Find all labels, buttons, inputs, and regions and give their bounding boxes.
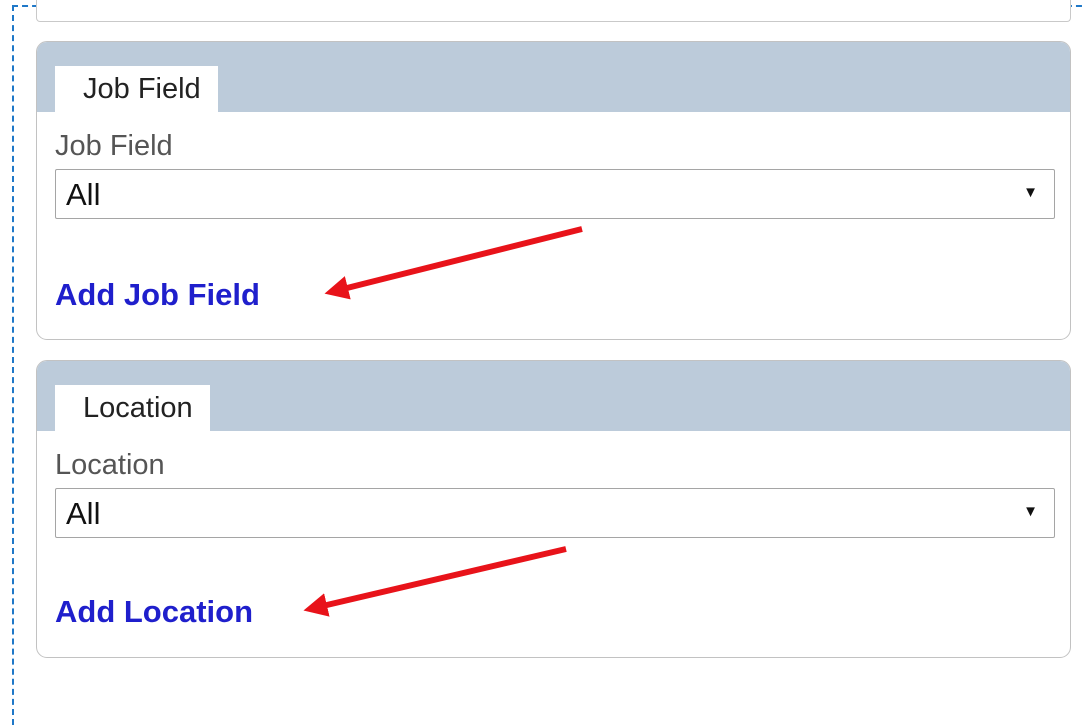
location-panel-header: Location xyxy=(37,361,1070,431)
job-field-label: Job Field xyxy=(55,130,173,162)
job-field-panel-header: Job Field xyxy=(37,42,1070,112)
location-panel: Location Location All ▼ Add Location xyxy=(36,360,1071,658)
chevron-down-icon: ▼ xyxy=(1023,184,1038,201)
add-location-link[interactable]: Add Location xyxy=(55,594,253,630)
job-field-select[interactable]: All ▼ xyxy=(55,169,1055,219)
job-field-panel: Job Field Job Field All ▼ Add Job Field xyxy=(36,41,1071,340)
location-select-value: All xyxy=(66,496,101,531)
add-job-field-link[interactable]: Add Job Field xyxy=(55,277,260,313)
job-field-tab[interactable]: Job Field xyxy=(55,66,218,112)
location-label: Location xyxy=(55,449,165,481)
previous-panel-edge xyxy=(36,0,1071,22)
job-field-select-value: All xyxy=(66,177,101,212)
location-tab[interactable]: Location xyxy=(55,385,210,431)
location-select[interactable]: All ▼ xyxy=(55,488,1055,538)
chevron-down-icon: ▼ xyxy=(1023,503,1038,520)
